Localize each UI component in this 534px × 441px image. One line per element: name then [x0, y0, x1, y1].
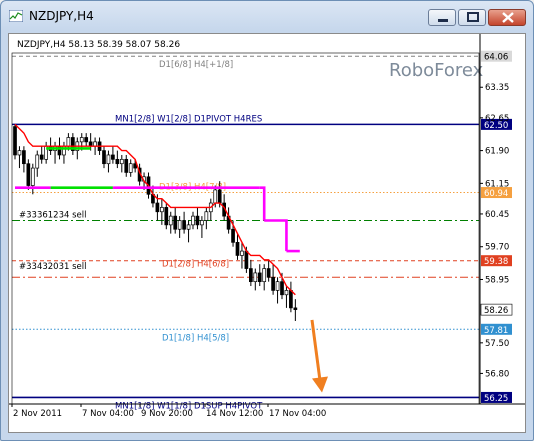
candle-body [84, 137, 89, 143]
candle-body [13, 126, 17, 156]
window-title: NZDJPY,H4 [29, 9, 94, 23]
level-label: #33432031 sell [19, 262, 86, 272]
y-tick-label: 59.70 [485, 243, 509, 253]
candle-body [102, 150, 106, 165]
chart-area[interactable]: NZDJPY,H4 58.13 58.39 58.07 58.26 RoboFo… [8, 33, 526, 433]
candle-body [124, 158, 129, 173]
chart-app-icon [9, 10, 23, 22]
trend-indicator-segment [282, 219, 288, 252]
candle-body [66, 137, 71, 147]
level-label: MN1[2/8] W1[2/8] D1PIVOT H4RES [115, 114, 262, 124]
candle-body [17, 150, 22, 156]
symbol-header: NZDJPY,H4 58.13 58.39 58.07 58.26 [17, 40, 180, 50]
price-tag-label: 56.25 [484, 394, 508, 404]
chart-window: NZDJPY,H4 NZDJPY,H4 58.13 58.39 58.07 58… [0, 0, 534, 441]
candle-body [231, 228, 235, 243]
y-tick-label: 63.35 [485, 83, 509, 93]
candle-body [177, 220, 182, 230]
candles-layer [13, 124, 298, 321]
candle-body [26, 163, 31, 186]
y-tick-label: 60.45 [485, 210, 509, 220]
candle-body [106, 154, 111, 165]
candle-body [155, 202, 160, 213]
x-tick-label: 14 Nov 12:00 [206, 409, 263, 419]
y-tick-label: 56.80 [485, 369, 509, 379]
x-tick-label: 17 Nov 04:00 [269, 409, 326, 419]
candle-body [284, 290, 289, 296]
candle-body [244, 250, 249, 269]
x-tick-label: 7 Nov 04:00 [82, 409, 134, 419]
candle-body [22, 150, 26, 165]
candle-body [160, 207, 164, 213]
candle-body [249, 268, 253, 283]
level-label: D1[2/8] H4[6/8] [162, 260, 229, 270]
price-tag-label: 64.06 [484, 53, 508, 63]
candle-body [280, 281, 284, 296]
close-icon [502, 12, 514, 23]
price-tag-label: 59.38 [484, 257, 508, 267]
candle-body [30, 167, 35, 186]
candle-body [173, 215, 178, 230]
watermark: RoboForex [389, 60, 484, 81]
candle-body [39, 154, 44, 160]
maximize-button[interactable] [458, 9, 486, 26]
levels-layer: D1[6/8] H4[+1/8] MN1[2/8] W1[2/8] D1PIVOT… [12, 55, 479, 411]
candle-body [115, 158, 120, 165]
candle-body [293, 307, 298, 310]
candle-body [235, 241, 240, 256]
y-tick-label: 62.65 [485, 114, 509, 124]
close-button[interactable] [488, 9, 526, 26]
y-tick-label: 58.95 [485, 275, 509, 285]
candle-body [182, 220, 186, 230]
candle-body [195, 215, 200, 226]
candle-body [240, 250, 244, 256]
last-price-label: 58.26 [484, 306, 508, 316]
candle-body [213, 189, 218, 204]
candle-body [257, 272, 262, 283]
candle-body [253, 272, 258, 283]
plot-border [11, 52, 480, 405]
x-tick-label: 2 Nov 2011 [13, 409, 62, 419]
candle-body [271, 276, 275, 291]
candle-body [35, 154, 40, 169]
title-bar[interactable]: NZDJPY,H4 [1, 1, 533, 31]
axis-layer: 64.0662.5060.9459.3857.8156.2563.3562.65… [9, 34, 525, 419]
forecast-arrow-head [312, 376, 328, 393]
candle-body [191, 215, 195, 226]
price-tag-label: 57.81 [484, 326, 508, 336]
level-label: #33361234 sell [19, 211, 86, 221]
price-chart[interactable]: NZDJPY,H4 58.13 58.39 58.07 58.26 RoboFo… [9, 34, 525, 432]
candle-body [79, 137, 84, 143]
candle-body [111, 154, 115, 160]
candle-body [204, 211, 209, 221]
minimize-button[interactable] [428, 9, 456, 26]
candle-body [119, 158, 124, 165]
candle-body [275, 281, 280, 291]
candle-body [266, 268, 271, 278]
candle-body [262, 268, 267, 283]
candle-body [289, 290, 293, 309]
candle-body [164, 207, 169, 226]
forecast-arrow-layer [310, 319, 328, 393]
candle-body [200, 220, 204, 226]
minimize-icon [438, 19, 448, 22]
candle-body [217, 189, 222, 204]
y-tick-label: 57.50 [485, 339, 509, 349]
candle-body [168, 215, 173, 226]
y-tick-label: 61.90 [485, 147, 509, 157]
price-tag-label: 60.94 [484, 189, 508, 199]
level-label: D1[1/8] H4[5/8] [162, 333, 229, 343]
candle-body [128, 163, 133, 173]
forecast-arrow-shaft [310, 319, 322, 381]
y-tick-label: 61.15 [485, 179, 509, 189]
x-tick-label: 9 Nov 20:00 [141, 409, 193, 419]
level-label: D1[6/8] H4[+1/8] [159, 60, 233, 70]
maximize-icon [467, 12, 479, 22]
candle-body [186, 224, 191, 230]
